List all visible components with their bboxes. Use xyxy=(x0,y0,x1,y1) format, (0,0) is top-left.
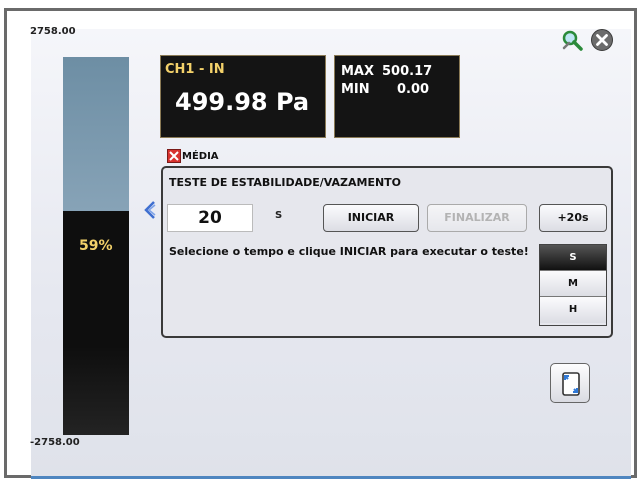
channel-value: 499.98 Pa xyxy=(175,88,310,116)
unit-option-m[interactable]: M xyxy=(540,271,606,297)
time-unit-label: S xyxy=(275,210,283,221)
unit-option-h[interactable]: H xyxy=(540,297,606,323)
max-value: 500.17 xyxy=(382,64,433,79)
add-20s-button[interactable]: +20s xyxy=(539,204,607,232)
rotate-screen-icon xyxy=(562,372,580,396)
min-value: 0.00 xyxy=(397,82,430,97)
level-percent: 59% xyxy=(79,238,113,254)
channel-label: CH1 - IN xyxy=(165,62,225,77)
rotate-screen-button[interactable] xyxy=(550,363,590,403)
scale-min-label: -2758.00 xyxy=(30,437,80,448)
media-label: MÉDIA xyxy=(182,151,219,162)
level-pointer-icon xyxy=(144,201,156,219)
scale-max-label: 2758.00 xyxy=(30,26,76,37)
min-max-display: MAX 500.17 MIN 0.00 xyxy=(334,55,460,138)
time-unit-selector: S M H xyxy=(539,244,607,326)
min-label: MIN xyxy=(341,82,370,97)
test-instruction: Selecione o tempo e clique INICIAR para … xyxy=(169,245,529,258)
level-bar-upper xyxy=(63,57,129,211)
start-button[interactable]: INICIAR xyxy=(323,204,419,232)
test-title: TESTE DE ESTABILIDADE/VAZAMENTO xyxy=(169,176,402,189)
test-time-input[interactable]: 20 xyxy=(167,204,253,232)
media-checkbox[interactable] xyxy=(167,149,181,163)
magnifier-wrench-icon[interactable] xyxy=(560,28,584,52)
channel-display: CH1 - IN 499.98 Pa xyxy=(160,55,326,138)
max-label: MAX xyxy=(341,64,375,79)
unit-option-s[interactable]: S xyxy=(540,245,606,271)
finish-button[interactable]: FINALIZAR xyxy=(427,204,527,232)
close-icon[interactable] xyxy=(590,28,614,52)
